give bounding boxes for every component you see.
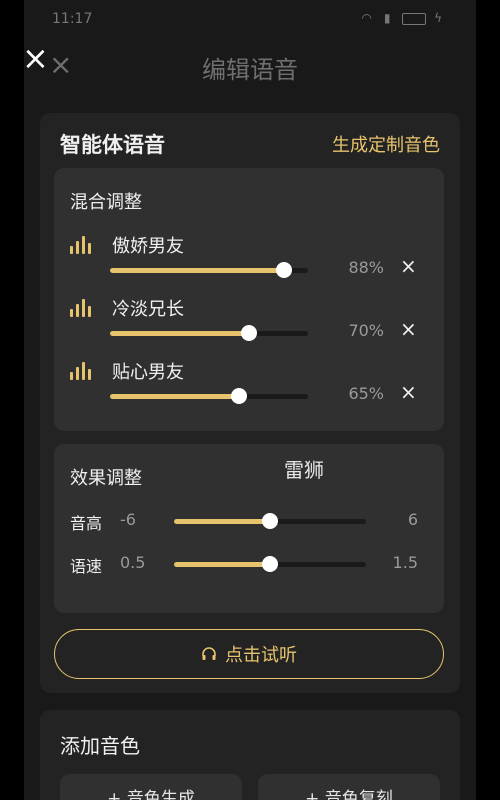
- speed-slider[interactable]: [174, 556, 366, 572]
- audio-bars-icon: [70, 362, 94, 380]
- voice-name: 贴心男友: [112, 362, 184, 383]
- status-time: 11:17: [52, 11, 93, 27]
- percent-label: 65%: [348, 384, 384, 403]
- slider-knob[interactable]: [230, 388, 247, 404]
- audio-bars-icon: [70, 236, 94, 254]
- mix-slider[interactable]: [110, 325, 308, 341]
- slider-knob[interactable]: [262, 556, 278, 572]
- pitch-min: -6: [120, 510, 136, 529]
- add-voice-card: 添加音色 + 音色生成 + 音色复刻: [40, 710, 460, 800]
- pitch-row: 音高 -6 6: [54, 506, 444, 536]
- agent-voice-title: 智能体语音: [60, 133, 165, 157]
- remove-voice-icon[interactable]: ×: [400, 254, 417, 278]
- header: × 编辑语音: [24, 36, 476, 108]
- mix-panel: 混合调整 傲娇男友 88% × 冷淡兄长 70% × 贴心男友 65% ×: [54, 168, 444, 431]
- page-title: 编辑语音: [202, 56, 298, 84]
- listen-label: 点击试听: [225, 645, 297, 666]
- custom-voice-link[interactable]: 生成定制音色: [332, 131, 440, 157]
- remove-voice-icon[interactable]: ×: [400, 380, 417, 404]
- agent-voice-card: 智能体语音 生成定制音色 混合调整 傲娇男友 88% × 冷淡兄长 70% × …: [40, 113, 460, 693]
- voice-name: 傲娇男友: [112, 236, 184, 257]
- mix-item: 傲娇男友 88% ×: [54, 230, 444, 286]
- pitch-max: 6: [407, 510, 418, 529]
- speed-max: 1.5: [392, 553, 418, 572]
- remove-voice-icon[interactable]: ×: [400, 317, 417, 341]
- mix-slider[interactable]: [110, 388, 308, 404]
- effect-title: 效果调整: [70, 468, 142, 489]
- slider-fill: [110, 331, 249, 336]
- listen-button[interactable]: 点击试听: [54, 629, 444, 679]
- voice-name: 冷淡兄长: [112, 299, 184, 320]
- slider-fill: [110, 394, 239, 399]
- pitch-slider[interactable]: [174, 513, 366, 529]
- mix-title: 混合调整: [70, 192, 142, 213]
- app-screen: 11:17 ◠ ▮ ϟ × 编辑语音 智能体语音 生成定制音色 混合调整 傲娇男…: [24, 0, 476, 800]
- overlay-close-icon[interactable]: ×: [22, 42, 50, 74]
- slider-fill: [174, 562, 270, 567]
- watermark-text: 雷狮: [284, 458, 324, 482]
- speed-row: 语速 0.5 1.5: [54, 549, 444, 579]
- charging-icon: ϟ: [434, 11, 446, 25]
- slider-fill: [110, 268, 285, 273]
- wifi-icon: ◠: [361, 11, 376, 25]
- battery-icon: [402, 12, 427, 25]
- signal-icon: ▮: [383, 11, 395, 25]
- slider-knob[interactable]: [240, 325, 257, 341]
- effect-panel: 效果调整 雷狮 音高 -6 6 语速 0.5 1.5: [54, 444, 444, 613]
- speed-label: 语速: [70, 557, 103, 576]
- percent-label: 70%: [348, 321, 384, 340]
- slider-knob[interactable]: [262, 513, 278, 529]
- status-bar: 11:17 ◠ ▮ ϟ: [24, 0, 476, 36]
- add-voice-title: 添加音色: [60, 734, 140, 758]
- pitch-label: 音高: [70, 514, 103, 533]
- audio-bars-icon: [70, 299, 94, 317]
- mix-slider[interactable]: [110, 262, 308, 278]
- mix-item: 贴心男友 65% ×: [54, 356, 444, 412]
- status-icons: ◠ ▮ ϟ: [362, 11, 447, 25]
- slider-knob[interactable]: [276, 262, 293, 278]
- headphones-icon: [202, 647, 216, 660]
- slider-fill: [174, 519, 270, 524]
- mix-item: 冷淡兄长 70% ×: [54, 293, 444, 349]
- clone-voice-button[interactable]: + 音色复刻: [258, 774, 440, 800]
- speed-min: 0.5: [120, 553, 146, 572]
- generate-voice-button[interactable]: + 音色生成: [60, 774, 242, 800]
- percent-label: 88%: [348, 258, 384, 277]
